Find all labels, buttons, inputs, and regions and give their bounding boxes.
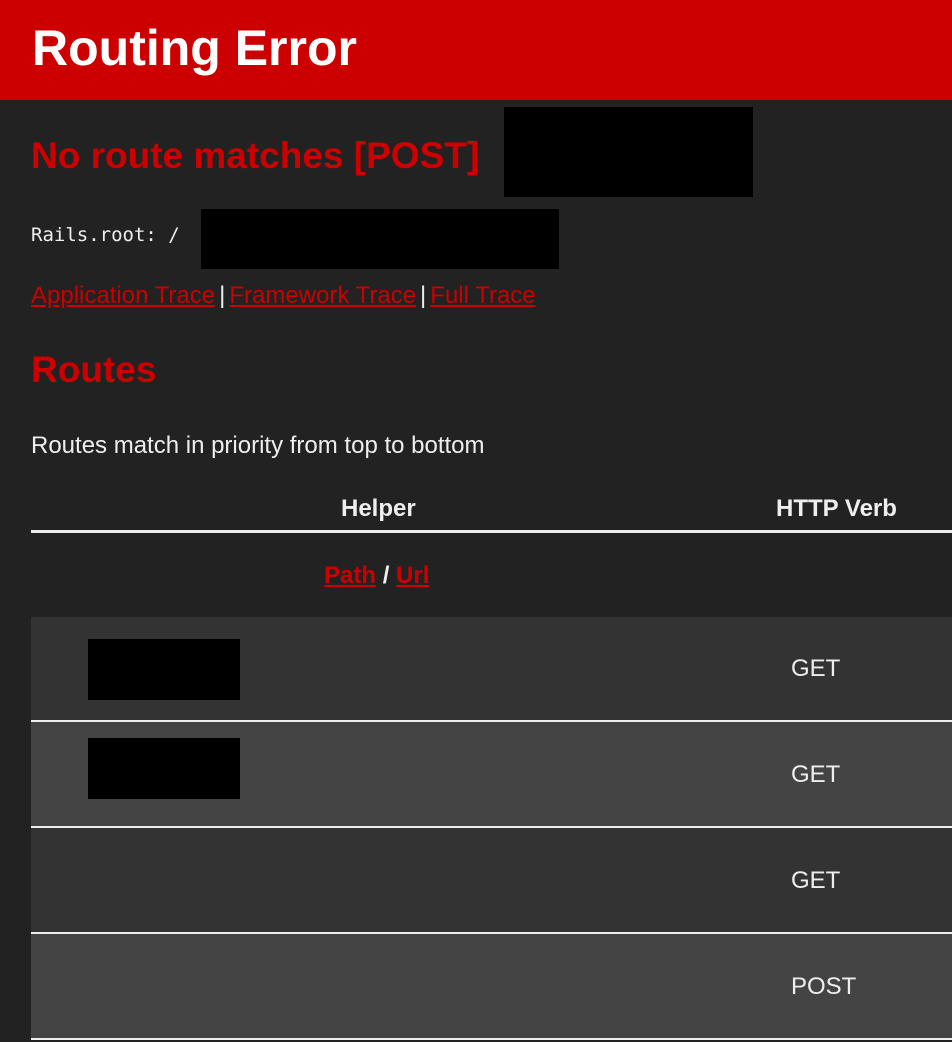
path-url-separator: / bbox=[382, 562, 390, 589]
redacted-helper bbox=[88, 639, 240, 700]
routes-description: Routes match in priority from top to bot… bbox=[31, 432, 485, 459]
route-verb: GET bbox=[791, 761, 841, 788]
table-row: GET bbox=[31, 722, 952, 828]
page-header: Routing Error bbox=[0, 0, 952, 100]
route-verb: GET bbox=[791, 655, 841, 682]
table-row: GET bbox=[31, 617, 952, 722]
application-trace-link[interactable]: Application Trace bbox=[31, 282, 215, 309]
trace-separator: | bbox=[420, 282, 427, 309]
table-row: POST bbox=[31, 934, 952, 1040]
path-url-toggle: Path / Url bbox=[324, 561, 429, 591]
column-helper: Helper bbox=[341, 495, 416, 522]
rails-root-label: Rails.root: / bbox=[31, 224, 180, 246]
routes-heading: Routes bbox=[31, 349, 157, 390]
table-row: GET bbox=[31, 828, 952, 934]
route-verb: GET bbox=[791, 867, 841, 894]
redacted-helper bbox=[88, 738, 240, 799]
url-toggle-link[interactable]: Url bbox=[396, 562, 429, 589]
redacted-rails-root bbox=[201, 209, 559, 269]
error-message: No route matches [POST] bbox=[31, 135, 480, 176]
trace-links: Application Trace | Framework Trace | Full T… bbox=[31, 281, 536, 311]
page-title: Routing Error bbox=[32, 20, 357, 76]
column-http-verb: HTTP Verb bbox=[776, 495, 897, 522]
path-toggle-link[interactable]: Path bbox=[324, 562, 376, 589]
redacted-route-path bbox=[504, 107, 753, 197]
full-trace-link[interactable]: Full Trace bbox=[430, 282, 535, 309]
framework-trace-link[interactable]: Framework Trace bbox=[229, 282, 416, 309]
route-verb: POST bbox=[791, 973, 857, 1000]
trace-separator: | bbox=[219, 282, 226, 309]
routes-table-header: Helper HTTP Verb bbox=[31, 492, 952, 533]
